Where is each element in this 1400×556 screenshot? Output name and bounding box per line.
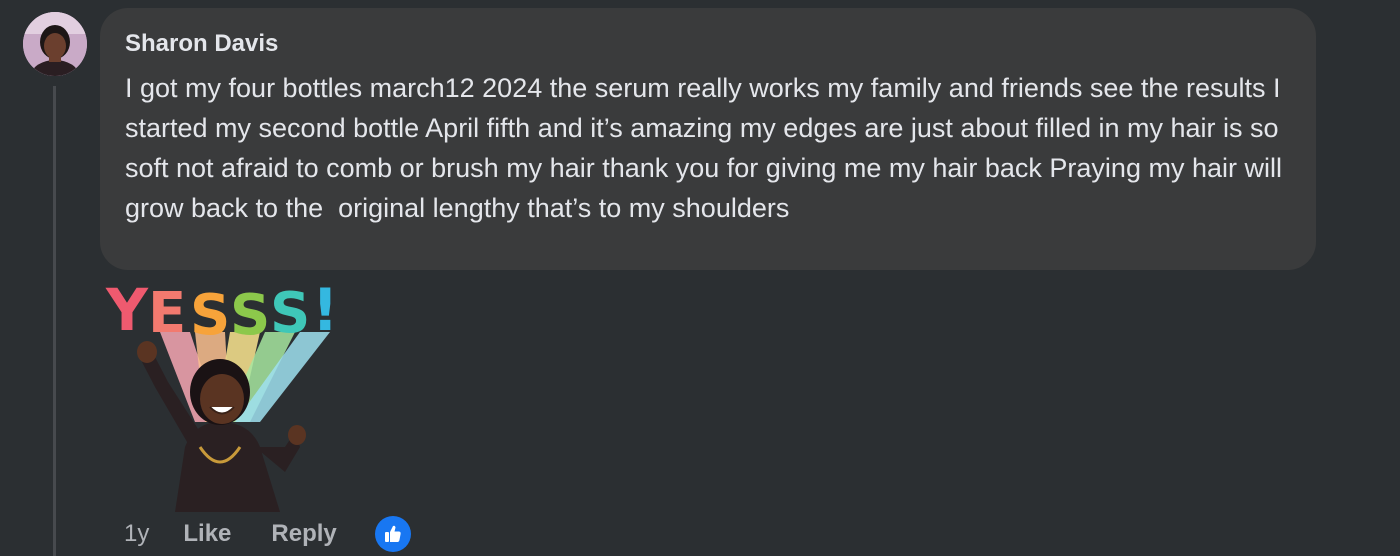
reply-button[interactable]: Reply: [271, 516, 336, 552]
svg-text:!: !: [312, 276, 338, 344]
svg-text:Y: Y: [105, 276, 149, 344]
comment-timestamp[interactable]: 1y: [124, 516, 149, 552]
comment-text: I got my four bottles march12 2024 the s…: [125, 73, 1290, 223]
svg-text:S: S: [190, 283, 230, 348]
yesss-sticker: Y E S S S !: [100, 272, 346, 512]
thread-line: [53, 86, 56, 556]
like-button[interactable]: Like: [183, 516, 231, 552]
comment-bubble: Sharon Davis I got my four bottles march…: [100, 8, 1316, 270]
avatar[interactable]: [23, 12, 87, 76]
svg-text:S: S: [270, 281, 310, 346]
svg-text:S: S: [230, 283, 270, 348]
thumbs-up-icon[interactable]: [374, 516, 411, 552]
comment-author[interactable]: Sharon Davis: [125, 30, 1292, 58]
svg-text:E: E: [148, 281, 186, 346]
comment-actions: 1y Like Reply: [124, 516, 411, 552]
